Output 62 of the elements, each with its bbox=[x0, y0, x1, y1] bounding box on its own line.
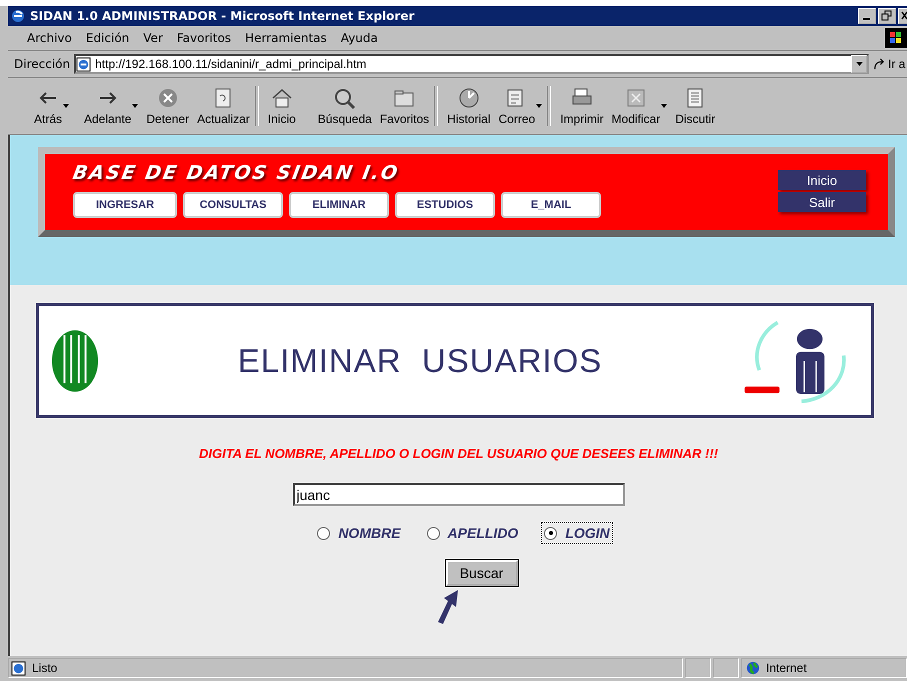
menu-item[interactable]: Archivo bbox=[22, 31, 77, 45]
globe-icon bbox=[746, 661, 760, 675]
menu-item[interactable]: Ayuda bbox=[336, 31, 383, 45]
nav-button[interactable]: ELIMINAR bbox=[289, 192, 389, 218]
menu-item[interactable]: Edición bbox=[80, 31, 134, 45]
zone-text: Internet bbox=[766, 661, 807, 675]
toolbar-button[interactable]: Correo bbox=[492, 86, 544, 126]
minimize-icon[interactable] bbox=[858, 8, 876, 24]
close-icon[interactable] bbox=[898, 8, 907, 24]
home-icon bbox=[270, 86, 294, 108]
status-text: Listo bbox=[32, 661, 58, 675]
nav-button[interactable]: INGRESAR bbox=[73, 192, 177, 218]
status-panel bbox=[713, 658, 739, 678]
page-heading: ELIMINAR USUARIOS bbox=[236, 342, 604, 380]
nav-button[interactable]: ESTUDIOS bbox=[395, 192, 495, 218]
status-panel bbox=[685, 658, 711, 678]
university-logo-icon bbox=[51, 328, 99, 392]
toolbar-button[interactable]: Detener bbox=[140, 86, 192, 126]
instruction-text: DIGITA EL NOMBRE, APELLIDO O LOGIN DEL USUARIO QUE DESEES ELIMINAR !!! bbox=[198, 446, 718, 461]
menu-item[interactable]: Favoritos bbox=[172, 31, 236, 45]
nav-button[interactable]: CONSULTAS bbox=[183, 192, 283, 218]
site-title: BASE DE DATOS SIDAN I.O bbox=[71, 162, 402, 184]
arrow-icon bbox=[438, 590, 460, 624]
address-field[interactable]: http://192.168.100.11/sidanini/r_admi_principal.htm bbox=[74, 54, 869, 74]
toolbar-button[interactable]: Adelante bbox=[78, 86, 140, 126]
nav-button[interactable]: Salir bbox=[778, 192, 866, 212]
nav-button[interactable]: Inicio bbox=[778, 170, 866, 190]
window-title: SIDAN 1.0 ADMINISTRADOR - Microsoft Internet Explorer bbox=[30, 9, 414, 23]
toolbar-button[interactable]: Inicio bbox=[262, 86, 312, 126]
go-button[interactable]: Ir a bbox=[873, 57, 907, 71]
caret-icon[interactable] bbox=[536, 104, 542, 108]
toolbar-button[interactable]: Atrás bbox=[28, 86, 78, 126]
clock-icon bbox=[456, 86, 481, 108]
page-icon bbox=[11, 660, 26, 676]
address-label: Dirección bbox=[14, 57, 70, 71]
radio-button[interactable] bbox=[426, 526, 440, 540]
toolbar-button[interactable]: Actualizar bbox=[191, 86, 252, 126]
toolbar-button[interactable]: Discutir bbox=[669, 86, 720, 126]
radio-label: APELLIDO bbox=[448, 525, 518, 541]
restore-icon[interactable] bbox=[878, 8, 896, 24]
radio-button[interactable] bbox=[317, 526, 330, 540]
toolbar-button[interactable]: Historial bbox=[441, 86, 493, 126]
radio-label: LOGIN bbox=[565, 525, 610, 541]
toolbar-button[interactable]: Búsqueda bbox=[312, 86, 374, 126]
go-arrow-icon bbox=[873, 58, 886, 70]
toolbar-button[interactable]: Modificar bbox=[606, 86, 670, 126]
search-icon bbox=[332, 86, 357, 108]
caret-icon[interactable] bbox=[63, 104, 70, 108]
page-icon bbox=[76, 56, 92, 72]
toolbar-button[interactable]: Imprimir bbox=[554, 86, 606, 126]
caret-icon[interactable] bbox=[132, 104, 138, 108]
radio-label: NOMBRE bbox=[338, 525, 401, 541]
windows-logo-icon bbox=[885, 28, 907, 48]
browser-icon bbox=[10, 8, 26, 24]
search-button[interactable]: Buscar bbox=[446, 560, 518, 586]
nav-button[interactable]: E_MAIL bbox=[501, 192, 601, 218]
menu-item[interactable]: Ver bbox=[138, 31, 168, 45]
menu-item[interactable]: Herramientas bbox=[240, 31, 332, 45]
search-field[interactable]: juanc bbox=[292, 483, 624, 506]
radio-button[interactable] bbox=[544, 526, 558, 540]
toolbar-button[interactable]: Favoritos bbox=[374, 86, 432, 126]
caret-icon[interactable] bbox=[661, 104, 668, 108]
